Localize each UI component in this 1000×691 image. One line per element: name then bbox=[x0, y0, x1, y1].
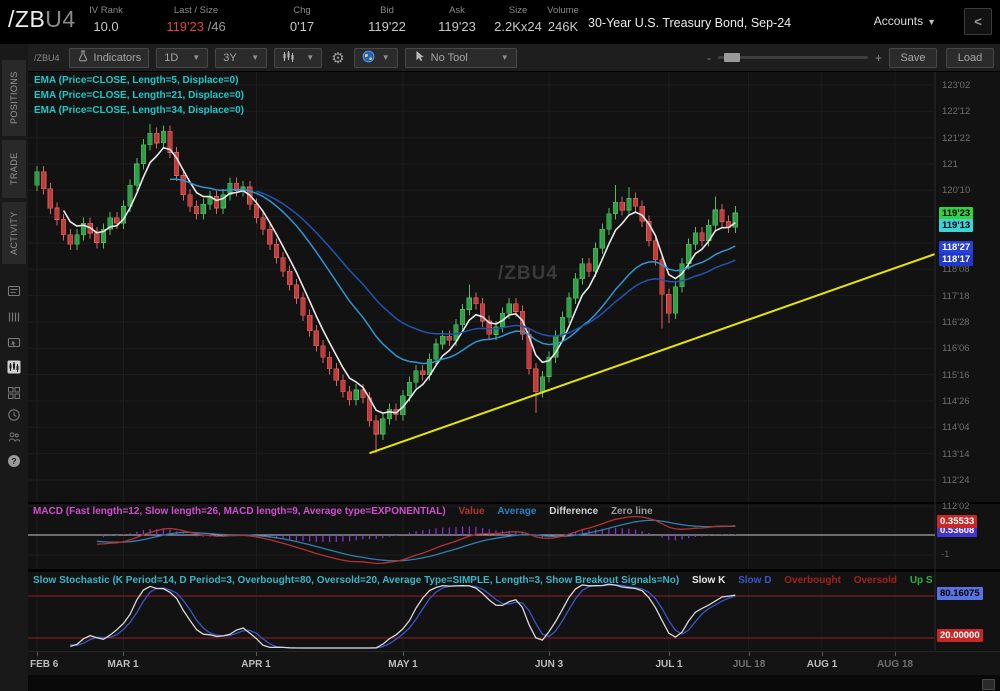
svg-text:?: ? bbox=[11, 456, 16, 466]
aggregation-dropdown[interactable]: 1D ▼ bbox=[156, 47, 209, 68]
zoom-in-button[interactable]: + bbox=[875, 51, 882, 65]
field-size: Size 2.2Kx24 bbox=[494, 5, 542, 34]
zoom-slider[interactable] bbox=[717, 53, 868, 62]
time-axis-label: APR 1 bbox=[241, 659, 271, 670]
zoom-slider-thumb[interactable] bbox=[723, 53, 740, 62]
chevron-down-icon: ▼ bbox=[927, 17, 936, 27]
instrument-description: 30-Year U.S. Treasury Bond, Sep-24 bbox=[588, 16, 792, 30]
time-axis-tick bbox=[895, 652, 896, 656]
time-axis[interactable]: FEB 6 MAR 1 APR 1 MAY 1 JUN 3 JUL 1 JUL 18 AUG … bbox=[28, 651, 1000, 676]
left-sidebar: POSITIONS TRADE ACTIVITY ? bbox=[0, 44, 28, 691]
stoch-slowd-badge: 80.16075 bbox=[937, 587, 983, 600]
globe-icon bbox=[362, 50, 375, 66]
macd-axis-label: -1 bbox=[941, 549, 950, 560]
main-chart-svg[interactable]: /ZBU4 bbox=[28, 72, 1000, 651]
time-axis-tick bbox=[549, 652, 550, 656]
chart-watermark: /ZBU4 bbox=[498, 263, 558, 284]
macd-value-badge: 0.35533 bbox=[937, 515, 978, 528]
symbol-root: /ZB bbox=[8, 6, 46, 32]
time-axis-label: JUL 18 bbox=[732, 659, 766, 670]
time-axis-label: JUN 3 bbox=[534, 659, 564, 670]
symbol-title: /ZBU4 bbox=[8, 6, 76, 33]
chart-type-dropdown[interactable]: ▼ bbox=[274, 47, 323, 68]
collapse-panel-button[interactable]: < bbox=[964, 8, 992, 35]
accounts-dropdown[interactable]: Accounts ▼ bbox=[874, 14, 936, 28]
gear-icon[interactable]: ⚙ bbox=[329, 48, 346, 68]
time-axis-label: MAY 1 bbox=[388, 659, 418, 670]
field-chg: Chg 0'17 bbox=[289, 5, 315, 34]
chevron-down-icon: ▼ bbox=[192, 53, 201, 62]
chart-region: /ZBU4 EMA (Price=CLOSE, Length=5, Displa… bbox=[28, 72, 1000, 691]
notes-icon[interactable] bbox=[7, 284, 21, 298]
time-axis-tick bbox=[822, 652, 823, 656]
indicators-button[interactable]: Indicators bbox=[68, 47, 150, 68]
chevron-down-icon: ▼ bbox=[306, 53, 315, 62]
save-button[interactable]: Save bbox=[889, 47, 937, 68]
field-bid: Bid 119'22 bbox=[368, 5, 406, 34]
candlestick-icon bbox=[282, 50, 295, 66]
trading-app: /ZBU4 IV Rank 10.0 Last / Size 119'23 /4… bbox=[0, 0, 1000, 691]
chevron-down-icon: ▼ bbox=[251, 53, 260, 62]
corner-grid-icon[interactable] bbox=[982, 679, 995, 690]
field-iv-rank: IV Rank 10.0 bbox=[89, 5, 123, 34]
flask-icon bbox=[77, 50, 89, 65]
field-volume: Volume 246K bbox=[547, 5, 579, 34]
stoch-oversold-badge: 20.00000 bbox=[937, 629, 983, 642]
symbol-suffix: U4 bbox=[45, 6, 76, 32]
grid-icon[interactable] bbox=[7, 386, 21, 400]
time-axis-label: FEB 6 bbox=[30, 659, 59, 670]
sidebar-tab-trade[interactable]: TRADE bbox=[2, 140, 26, 198]
time-axis-tick bbox=[256, 652, 257, 656]
time-axis-label: AUG 1 bbox=[806, 659, 838, 670]
zoom-out-button[interactable]: - bbox=[707, 51, 711, 65]
time-axis-label: AUG 18 bbox=[876, 659, 914, 670]
community-icon[interactable] bbox=[7, 430, 21, 444]
range-dropdown[interactable]: 3Y ▼ bbox=[215, 47, 268, 68]
chart-toolbar: /ZBU4 Indicators 1D ▼ 3Y ▼ ▼ ⚙ ▼ No Tool ▼… bbox=[28, 44, 1000, 72]
monitor-icon[interactable] bbox=[7, 336, 21, 350]
field-last-size: Last / Size 119'23 /46 bbox=[166, 5, 226, 34]
time-axis-label: JUL 1 bbox=[655, 659, 683, 670]
field-ask: Ask 119'23 bbox=[438, 5, 476, 34]
history-icon[interactable] bbox=[7, 408, 21, 422]
time-axis-tick bbox=[403, 652, 404, 656]
ladder-icon[interactable] bbox=[7, 310, 21, 324]
time-axis-tick bbox=[37, 652, 38, 656]
chart-icon[interactable] bbox=[7, 360, 21, 374]
sidebar-tab-activity[interactable]: ACTIVITY bbox=[2, 202, 26, 264]
cursor-icon bbox=[413, 50, 425, 65]
help-icon[interactable]: ? bbox=[7, 454, 21, 468]
time-axis-tick bbox=[749, 652, 750, 656]
toolbar-symbol-label: /ZBU4 bbox=[34, 52, 60, 63]
time-axis-label: MAR 1 bbox=[107, 659, 139, 670]
load-button[interactable]: Load bbox=[946, 47, 994, 68]
globe-dropdown[interactable]: ▼ bbox=[353, 47, 398, 68]
time-axis-tick bbox=[123, 652, 124, 656]
time-axis-tick bbox=[669, 652, 670, 656]
chevron-down-icon: ▼ bbox=[381, 53, 390, 62]
sidebar-tab-positions[interactable]: POSITIONS bbox=[2, 60, 26, 136]
quote-header: /ZBU4 IV Rank 10.0 Last / Size 119'23 /4… bbox=[0, 0, 1000, 44]
bottom-strip bbox=[28, 675, 1000, 691]
drawing-tool-dropdown[interactable]: No Tool ▼ bbox=[404, 47, 517, 68]
chevron-down-icon: ▼ bbox=[500, 53, 509, 62]
